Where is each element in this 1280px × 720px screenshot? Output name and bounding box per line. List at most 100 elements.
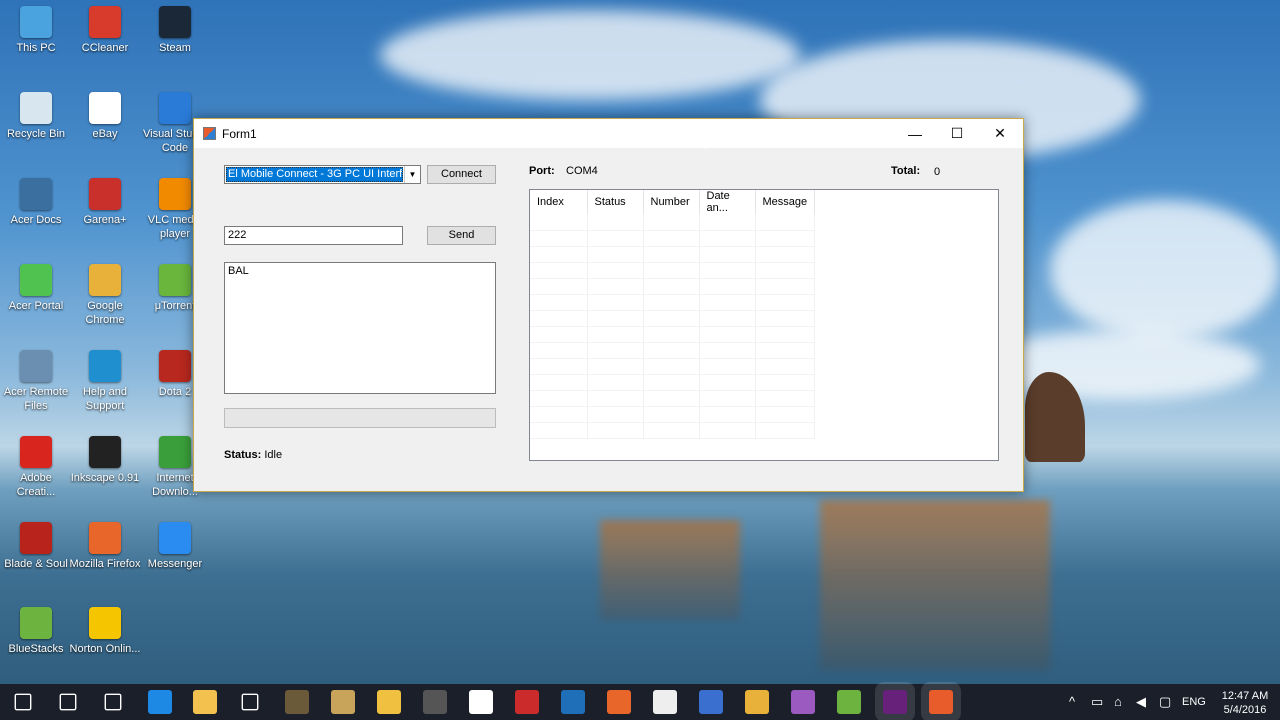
grid-cell [587, 422, 644, 439]
edge-icon[interactable] [148, 690, 172, 714]
vlc-icon [159, 178, 191, 210]
taskbar: ^ ▭ ⌂ ◀ ▢ ENG 12:47 AM 5/4/2016 [0, 684, 1280, 720]
desktop-icon[interactable]: Adobe Creati... [0, 432, 72, 499]
grid-column-header[interactable]: Message [755, 190, 816, 214]
network-icon[interactable] [699, 690, 723, 714]
desktop-icon[interactable]: Inkscape 0.91 [69, 432, 141, 485]
visual-studio-icon[interactable] [883, 690, 907, 714]
desktop-icon-label: CCleaner [81, 42, 129, 54]
total-label: Total: [891, 165, 921, 177]
chevron-down-icon[interactable]: ▼ [404, 166, 420, 183]
form1-window[interactable]: Form1 — ☐ ✕ El Mobile Connect - 3G PC UI… [193, 118, 1024, 492]
desktop-icon-label: Recycle Bin [6, 128, 66, 140]
grid-cell [755, 310, 816, 327]
minimize-button[interactable]: — [894, 119, 936, 148]
desktop-icon-label: Blade & Soul [4, 558, 68, 570]
desktop-icon[interactable]: Acer Remote Files [0, 346, 72, 413]
grid-column-header[interactable]: Number [643, 190, 700, 214]
grid-cell [755, 278, 816, 295]
amazon-icon[interactable] [469, 690, 493, 714]
app-d-icon[interactable] [423, 690, 447, 714]
desktop-icon[interactable]: Garena+ [69, 174, 141, 227]
grid-cell [643, 358, 700, 375]
desktop-icon[interactable]: Recycle Bin [0, 88, 72, 141]
desktop-icon-label: Help and Support [82, 386, 128, 412]
volume-icon[interactable]: ◀ [1136, 694, 1146, 710]
inkscape-icon[interactable] [653, 690, 677, 714]
connect-button[interactable]: Connect [427, 165, 496, 184]
app-a-icon[interactable] [285, 690, 309, 714]
grid-cell [643, 246, 700, 263]
desktop-icon-label: Mozilla Firefox [69, 558, 141, 570]
table-row [530, 278, 816, 295]
desktop-icon[interactable]: Google Chrome [69, 260, 141, 327]
grid-cell [530, 390, 588, 407]
number-input[interactable]: 222 [224, 226, 403, 245]
photoshop-icon[interactable] [561, 690, 585, 714]
desktop-icon[interactable]: BlueStacks [0, 603, 72, 656]
grid-cell [755, 342, 816, 359]
desktop-icon[interactable]: Blade & Soul [0, 518, 72, 571]
grid-cell [587, 278, 644, 295]
app-f-icon[interactable] [791, 690, 815, 714]
title-bar[interactable]: Form1 — ☐ ✕ [194, 119, 1023, 148]
table-row [530, 358, 816, 375]
store-icon[interactable] [241, 693, 259, 711]
grid-column-header[interactable]: Date an... [699, 190, 756, 214]
start-icon[interactable] [14, 693, 32, 711]
desktop-icon-label: Acer Docs [10, 214, 62, 226]
grid-header-row: Index Status Number Date an... Message [530, 190, 816, 214]
file-explorer-icon[interactable] [193, 690, 217, 714]
grid-cell [587, 358, 644, 375]
norton-icon [89, 607, 121, 639]
desktop-icon[interactable]: Help and Support [69, 346, 141, 413]
battery-icon[interactable]: ▭ [1091, 694, 1103, 710]
chevron-up-icon[interactable]: ^ [1069, 694, 1075, 709]
desktop-icon[interactable]: Steam [139, 2, 211, 55]
app-e-icon[interactable] [515, 690, 539, 714]
grid-column-header[interactable]: Status [587, 190, 644, 214]
grid-cell [755, 406, 816, 423]
grid-cell [530, 358, 588, 375]
maximize-button[interactable]: ☐ [936, 119, 978, 148]
status-value: Idle [264, 449, 283, 461]
desktop-icon[interactable]: Norton Onlin... [69, 603, 141, 656]
desktop-icon-label: Inkscape 0.91 [70, 472, 140, 484]
message-textarea[interactable]: BAL [224, 262, 496, 394]
messages-grid[interactable]: Index Status Number Date an... Message [529, 189, 999, 461]
form1-icon[interactable] [929, 690, 953, 714]
send-button[interactable]: Send [427, 226, 496, 245]
desktop-icon[interactable]: Messenger [139, 518, 211, 571]
language-indicator[interactable]: ENG [1182, 696, 1206, 708]
acer-remote-icon [20, 350, 52, 382]
app-b-icon[interactable] [331, 690, 355, 714]
desktop-icon[interactable]: Acer Docs [0, 174, 72, 227]
task-view-icon[interactable] [104, 693, 122, 711]
grid-cell [643, 326, 700, 343]
desktop-icon-label: Garena+ [83, 214, 127, 226]
grid-cell [530, 278, 588, 295]
bluestacks-icon[interactable] [837, 690, 861, 714]
clock[interactable]: 12:47 AM 5/4/2016 [1214, 689, 1276, 717]
desktop-icon[interactable]: This PC [0, 2, 72, 55]
close-button[interactable]: ✕ [979, 119, 1021, 148]
app-c-icon[interactable] [377, 690, 401, 714]
chrome-icon[interactable] [745, 690, 769, 714]
desktop-icon[interactable]: CCleaner [69, 2, 141, 55]
desktop-icon[interactable]: Acer Portal [0, 260, 72, 313]
network-icon[interactable]: ⌂ [1114, 694, 1122, 709]
desktop-icon[interactable]: eBay [69, 88, 141, 141]
device-select[interactable]: El Mobile Connect - 3G PC UI Interface ▼ [224, 165, 421, 184]
grid-column-header[interactable]: Index [530, 190, 588, 214]
grid-cell [587, 310, 644, 327]
message-icon[interactable]: ▢ [1159, 694, 1171, 710]
desktop-icon[interactable]: Mozilla Firefox [69, 518, 141, 571]
desktop-icon-label: Norton Onlin... [69, 643, 141, 655]
search-icon[interactable] [59, 693, 77, 711]
table-row [530, 374, 816, 391]
firefox-icon[interactable] [607, 690, 631, 714]
desktop-icon-label: Adobe Creati... [16, 472, 56, 498]
help-icon [89, 350, 121, 382]
table-row [530, 262, 816, 279]
grid-cell [643, 294, 700, 311]
